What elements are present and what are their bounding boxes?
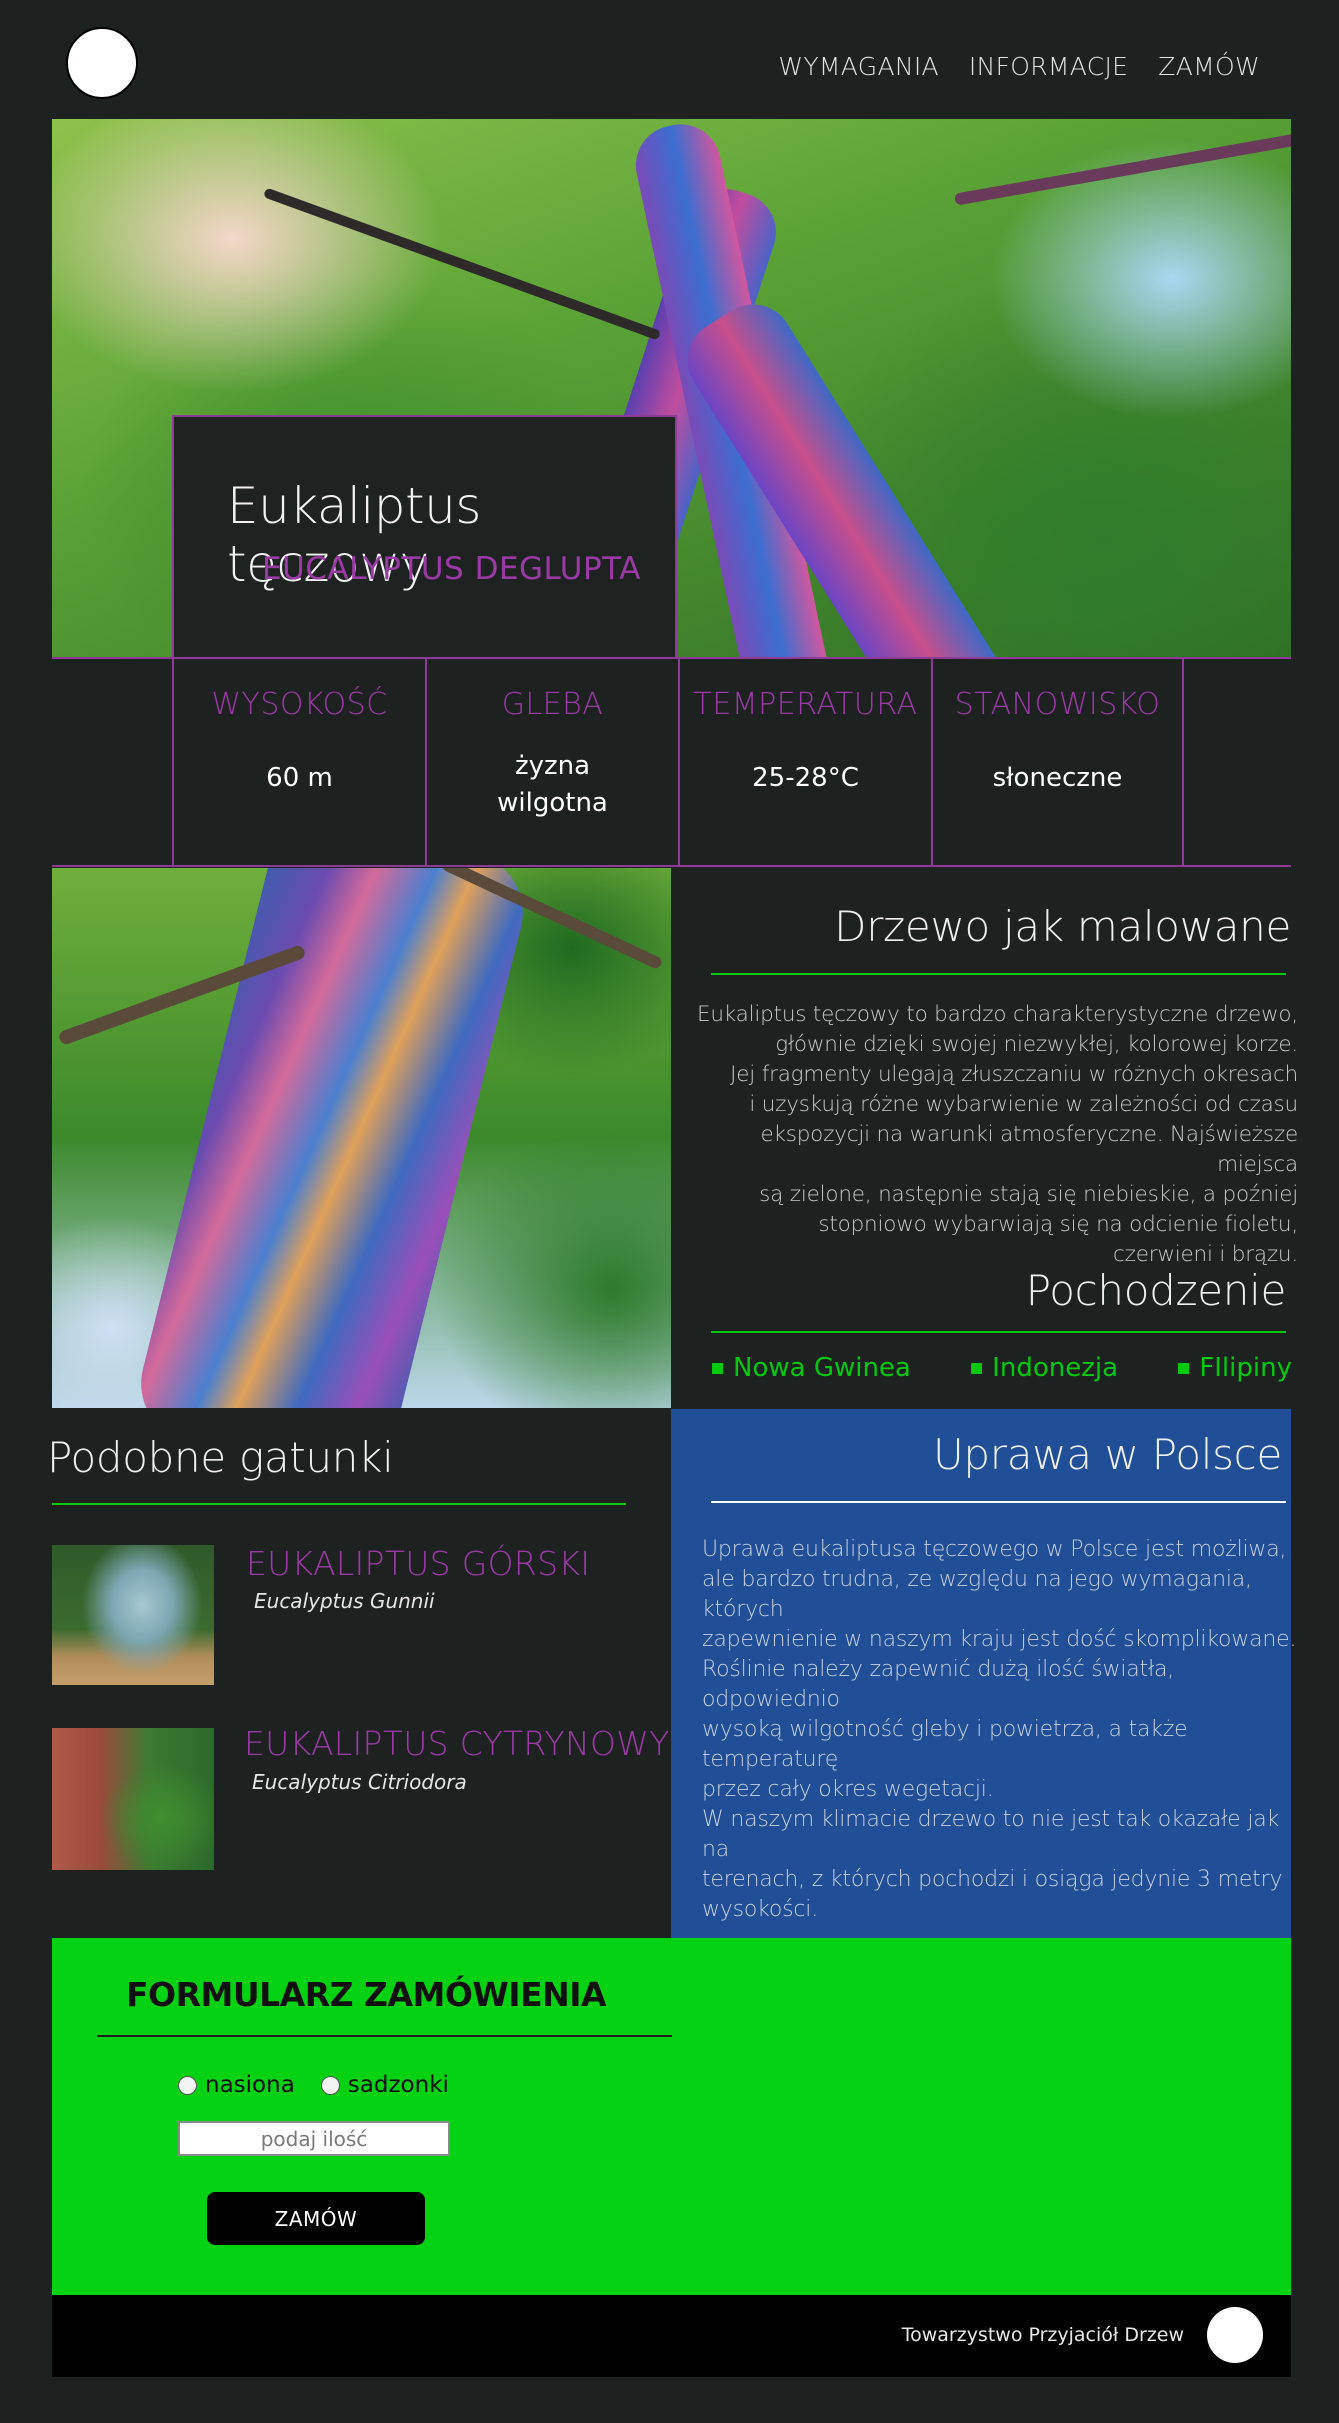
bullet-icon xyxy=(971,1362,983,1374)
stats-bottom-border xyxy=(52,865,1291,867)
main-nav: WYMAGANIA INFORMACJE ZAMÓW xyxy=(778,52,1260,81)
poland-title: Uprawa w Polsce xyxy=(932,1430,1282,1479)
poland-text: Uprawa eukaliptusa tęczowego w Polsce je… xyxy=(702,1537,1297,1922)
similar-title: Podobne gatunki xyxy=(47,1433,394,1482)
stat-position: STANOWISKO słoneczne xyxy=(931,659,1184,865)
about-text: Eukaliptus tęczowy to bardzo charakterys… xyxy=(696,1002,1298,1267)
about-divider xyxy=(711,973,1286,975)
species-latin-name: Eucalyptus Gunnii xyxy=(254,1589,435,1613)
list-item: Nowa Gwinea xyxy=(712,1353,911,1383)
species-name[interactable]: EUKALIPTUS CYTRYNOWY xyxy=(244,1724,670,1763)
stat-value: 60 m xyxy=(266,763,333,793)
stat-temperature: TEMPERATURA 25-28°C xyxy=(678,659,931,865)
species-latin-name: Eucalyptus Citriodora xyxy=(252,1770,467,1794)
stat-label: TEMPERATURA xyxy=(693,687,918,722)
origin-divider xyxy=(711,1331,1286,1333)
hero-title-card: Eukaliptus tęczowy EUCALYPTUS DEGLUPTA xyxy=(172,415,677,659)
product-type-options: nasiona sadzonki xyxy=(178,2072,467,2098)
stat-value: żyzna xyxy=(514,751,591,781)
list-item: Indonezja xyxy=(971,1353,1118,1383)
stat-value: 25-28°C xyxy=(752,763,859,793)
form-title: FORMULARZ ZAMÓWIENIA xyxy=(126,1975,607,2014)
stat-value: słoneczne xyxy=(992,763,1123,793)
origin-list: Nowa Gwinea Indonezja FIlipiny xyxy=(712,1353,1292,1383)
species-image-cytrynowy[interactable] xyxy=(52,1728,214,1870)
footer-logo[interactable] xyxy=(1207,2307,1263,2363)
about-title: Drzewo jak malowane xyxy=(834,902,1291,951)
hero-subtitle: EUCALYPTUS DEGLUPTA xyxy=(262,551,641,587)
list-item: FIlipiny xyxy=(1178,1353,1292,1383)
similar-divider xyxy=(52,1503,626,1505)
radio-label[interactable]: sadzonki xyxy=(348,2072,449,2098)
radio-nasiona[interactable] xyxy=(178,2075,197,2095)
origin-title: Pochodzenie xyxy=(1025,1266,1287,1315)
radio-label[interactable]: nasiona xyxy=(205,2072,295,2098)
stat-label: WYSOKOŚĆ xyxy=(211,687,388,722)
stat-label: GLEBA xyxy=(501,687,604,722)
tree-trunk-photo xyxy=(52,868,671,1408)
radio-sadzonki[interactable] xyxy=(320,2075,340,2095)
stat-soil: GLEBA żyzna wilgotna xyxy=(425,659,678,865)
species-name[interactable]: EUKALIPTUS GÓRSKI xyxy=(246,1544,590,1583)
species-image-gorski[interactable] xyxy=(52,1545,214,1685)
footer-text: Towarzystwo Przyjaciół Drzew xyxy=(901,2324,1184,2346)
order-button[interactable]: ZAMÓW xyxy=(207,2192,425,2245)
nav-link-informacje[interactable]: INFORMACJE xyxy=(969,52,1128,81)
nav-link-zamow[interactable]: ZAMÓW xyxy=(1158,52,1260,81)
form-divider xyxy=(97,2035,672,2037)
logo[interactable] xyxy=(66,27,138,99)
quantity-input[interactable] xyxy=(178,2121,450,2156)
stat-label: STANOWISKO xyxy=(954,687,1161,722)
bullet-icon xyxy=(712,1362,723,1374)
stat-height: WYSOKOŚĆ 60 m xyxy=(172,659,425,865)
poland-divider xyxy=(711,1501,1286,1503)
stat-value: wilgotna xyxy=(497,788,608,818)
bullet-icon xyxy=(1178,1362,1190,1374)
nav-link-wymagania[interactable]: WYMAGANIA xyxy=(778,52,939,81)
